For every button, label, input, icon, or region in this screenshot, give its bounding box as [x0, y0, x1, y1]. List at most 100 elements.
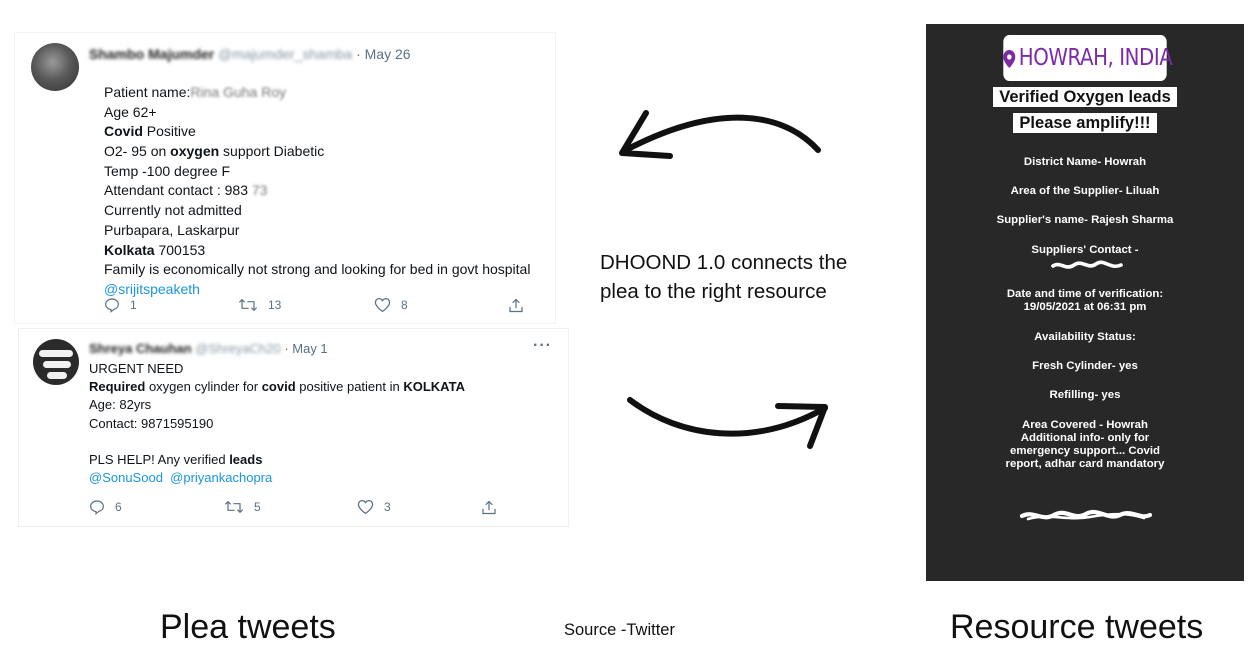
additional-info-text: report, adhar card mandatory: [1005, 458, 1165, 470]
dhoond-description: DHOOND 1.0 connects the plea to the righ…: [600, 248, 847, 306]
plea-tweets-caption: Plea tweets: [160, 608, 336, 646]
body-text: Age 62+: [104, 103, 157, 120]
retweet-icon: [238, 298, 258, 312]
redacted-scribble: [1051, 260, 1123, 269]
headline-text: Please amplify!!!: [1013, 113, 1157, 133]
body-text: Temp -100 degree F: [104, 162, 231, 179]
keyword: Required: [89, 379, 146, 395]
mention-link[interactable]: @SonuSood: [89, 470, 163, 485]
resource-tweets-caption: Resource tweets: [950, 608, 1204, 646]
story-line: Area of the Supplier- Liluah: [926, 185, 1244, 198]
body-text: PLS HELP! Any verified: [89, 451, 230, 467]
additional-info-text: emergency support... Covid: [1009, 445, 1160, 457]
fresh-cylinder-text: Fresh Cylinder- yes: [1032, 360, 1138, 372]
like-button[interactable]: 3: [357, 499, 391, 515]
redacted-contact: 73: [251, 182, 268, 199]
story-line: Suppliers' Contact -: [926, 244, 1244, 257]
story-line: Area Covered - Howrah Additional info- o…: [926, 419, 1244, 471]
redacted-name: Rina Guha Roy: [190, 84, 287, 100]
keyword: Covid: [104, 123, 143, 140]
resource-tweet-story[interactable]: HOWRAH, INDIA Verified Oxygen leads Plea…: [926, 24, 1244, 581]
body-text: Positive: [142, 123, 196, 140]
headline-text: Verified Oxygen leads: [993, 87, 1177, 107]
story-line: Fresh Cylinder- yes: [926, 360, 1244, 373]
plea-tweet-2[interactable]: Shreya Chauhan @ShreyaCh20 · May 1 ··· U…: [18, 328, 569, 527]
story-line: Supplier's name- Rajesh Sharma: [926, 214, 1244, 227]
refilling-text: Refilling- yes: [1049, 389, 1121, 401]
redacted-handle-scribble: [1019, 509, 1153, 521]
like-button[interactable]: 8: [374, 297, 408, 313]
avatar[interactable]: [31, 43, 79, 91]
additional-info-text: Additional info- only for: [1020, 432, 1150, 444]
location-sticker: HOWRAH, INDIA: [1003, 35, 1173, 81]
keyword: oxygen: [170, 143, 220, 160]
source-caption: Source -Twitter: [564, 621, 675, 639]
author-name[interactable]: Shreya Chauhan: [89, 341, 192, 356]
verification-value: 19/05/2021 at 06:31 pm: [1023, 301, 1147, 313]
mention-link[interactable]: @priyankachopra: [170, 470, 272, 485]
story-line: District Name- Howrah: [926, 156, 1244, 169]
keyword: leads: [229, 451, 263, 467]
story-line: Availability Status:: [926, 331, 1244, 344]
availability-text: Availability Status:: [1034, 331, 1136, 343]
body-text: Age: 82yrs: [89, 397, 152, 413]
body-text: O2- 95 on: [104, 143, 171, 160]
body-text: support Diabetic: [219, 143, 325, 160]
supplier-contact-text: Suppliers' Contact -: [1031, 244, 1139, 256]
body-text: Contact: 9871595190: [89, 415, 214, 431]
body-text: URGENT NEED: [89, 361, 184, 376]
story-line: Refilling- yes: [926, 389, 1244, 402]
description-line: DHOOND 1.0 connects the: [600, 251, 848, 274]
tweet-header: Shambo Majumder @majumder_shamba · May 2…: [89, 46, 411, 62]
verification-label: Date and time of verification:: [1006, 288, 1164, 300]
body-text: Family is economically not strong and lo…: [104, 261, 531, 278]
body-text: Attendant contact : 983: [104, 182, 248, 199]
reply-count: 6: [115, 500, 122, 514]
more-options-icon[interactable]: ···: [533, 337, 552, 355]
description-line: plea to the right resource: [600, 280, 827, 303]
reply-icon: [105, 298, 119, 313]
share-button[interactable]: [481, 499, 497, 516]
mention-link[interactable]: @srijitspeaketh: [104, 281, 200, 297]
author-name[interactable]: Shambo Majumder: [89, 46, 214, 62]
headline: Verified Oxygen leads: [926, 87, 1244, 107]
share-button[interactable]: [508, 297, 524, 314]
reply-button[interactable]: 1: [104, 297, 137, 313]
share-icon: [482, 500, 496, 515]
reply-count: 1: [130, 298, 137, 312]
plea-tweet-1[interactable]: Shambo Majumder @majumder_shamba · May 2…: [14, 32, 556, 324]
area-text: Area of the Supplier- Liluah: [1010, 185, 1160, 197]
curved-arrow-right-icon: [627, 397, 828, 449]
area-covered-text: Area Covered - Howrah: [1022, 419, 1148, 431]
reply-button[interactable]: 6: [89, 499, 122, 515]
body-text: oxygen cylinder for: [145, 379, 262, 395]
share-icon: [509, 298, 523, 313]
tweet-header: Shreya Chauhan @ShreyaCh20 · May 1: [89, 341, 328, 356]
tweet-date[interactable]: · May 26: [356, 46, 410, 62]
story-line: Date and time of verification: 19/05/202…: [926, 288, 1244, 314]
retweet-count: 5: [254, 500, 261, 514]
curved-arrow-left-icon: [619, 110, 821, 159]
body-text: Currently not admitted: [104, 202, 242, 219]
supplier-name-text: Supplier's name- Rajesh Sharma: [996, 214, 1174, 226]
heart-icon: [374, 297, 391, 313]
retweet-icon: [224, 500, 244, 514]
avatar[interactable]: [33, 339, 79, 385]
retweet-button[interactable]: 13: [238, 297, 281, 313]
retweet-count: 13: [268, 298, 282, 312]
location-text: HOWRAH, INDIA: [1018, 45, 1173, 71]
keyword: KOLKATA: [403, 379, 465, 395]
location-pin-icon: [1003, 49, 1016, 68]
headline: Please amplify!!!: [926, 113, 1244, 133]
like-count: 3: [384, 500, 391, 514]
heart-icon: [357, 499, 374, 515]
body-text: 700153: [154, 241, 206, 258]
tweet-date[interactable]: · May 1: [284, 341, 327, 356]
district-text: District Name- Howrah: [1023, 156, 1147, 168]
retweet-button[interactable]: 5: [224, 499, 261, 515]
body-text: Patient name:: [104, 84, 191, 100]
body-text: Purbapara, Laskarpur: [104, 221, 240, 238]
reply-icon: [90, 500, 104, 515]
author-handle[interactable]: @ShreyaCh20: [195, 341, 280, 356]
author-handle[interactable]: @majumder_shamba: [218, 46, 352, 62]
